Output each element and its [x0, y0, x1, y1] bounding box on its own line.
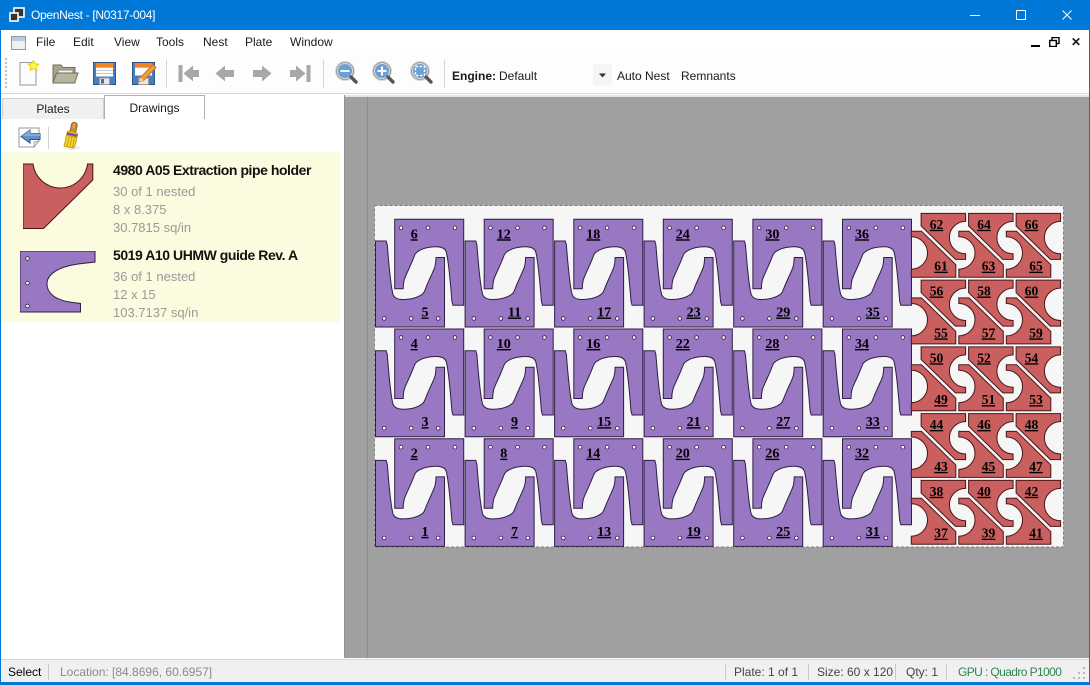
svg-text:15: 15	[597, 415, 611, 430]
svg-text:7: 7	[511, 525, 518, 540]
svg-text:25: 25	[776, 525, 790, 540]
svg-text:52: 52	[977, 350, 991, 365]
svg-text:40: 40	[977, 484, 991, 499]
svg-text:54: 54	[1025, 350, 1039, 365]
svg-text:3: 3	[422, 415, 429, 430]
svg-text:34: 34	[855, 337, 869, 352]
svg-text:56: 56	[930, 284, 944, 299]
svg-text:19: 19	[687, 525, 701, 540]
svg-text:35: 35	[866, 306, 880, 321]
svg-text:48: 48	[1025, 417, 1039, 432]
svg-text:6: 6	[411, 227, 418, 242]
svg-text:50: 50	[930, 350, 944, 365]
svg-text:17: 17	[597, 306, 611, 321]
svg-text:1: 1	[422, 525, 429, 540]
svg-text:16: 16	[586, 337, 600, 352]
svg-text:29: 29	[776, 306, 790, 321]
svg-text:63: 63	[982, 259, 996, 274]
svg-text:26: 26	[765, 447, 779, 462]
svg-text:4: 4	[411, 337, 418, 352]
svg-text:49: 49	[934, 392, 948, 407]
svg-text:38: 38	[930, 484, 944, 499]
svg-text:61: 61	[934, 259, 948, 274]
svg-text:42: 42	[1025, 484, 1039, 499]
svg-text:45: 45	[982, 459, 996, 474]
svg-text:9: 9	[511, 415, 518, 430]
svg-text:24: 24	[676, 227, 690, 242]
svg-text:39: 39	[982, 526, 996, 541]
svg-text:51: 51	[982, 392, 996, 407]
svg-text:22: 22	[676, 337, 690, 352]
svg-text:23: 23	[687, 306, 701, 321]
svg-text:21: 21	[687, 415, 701, 430]
svg-text:65: 65	[1029, 259, 1043, 274]
svg-text:57: 57	[982, 325, 996, 340]
svg-text:10: 10	[497, 337, 511, 352]
svg-text:13: 13	[597, 525, 611, 540]
svg-text:31: 31	[866, 525, 880, 540]
svg-text:28: 28	[765, 337, 779, 352]
svg-text:12: 12	[497, 227, 511, 242]
svg-text:41: 41	[1029, 526, 1043, 541]
svg-text:14: 14	[586, 447, 600, 462]
svg-text:53: 53	[1029, 392, 1043, 407]
svg-text:11: 11	[508, 306, 521, 321]
svg-text:18: 18	[586, 227, 600, 242]
svg-text:46: 46	[977, 417, 991, 432]
svg-text:43: 43	[934, 459, 948, 474]
svg-text:59: 59	[1029, 325, 1043, 340]
svg-text:60: 60	[1025, 284, 1039, 299]
svg-text:30: 30	[765, 227, 779, 242]
svg-text:66: 66	[1025, 217, 1039, 232]
svg-text:33: 33	[866, 415, 880, 430]
svg-text:62: 62	[930, 217, 944, 232]
svg-text:55: 55	[934, 325, 948, 340]
svg-text:37: 37	[934, 526, 948, 541]
svg-text:44: 44	[930, 417, 944, 432]
svg-text:2: 2	[411, 447, 418, 462]
svg-text:27: 27	[776, 415, 790, 430]
svg-text:64: 64	[977, 217, 991, 232]
svg-text:36: 36	[855, 227, 869, 242]
svg-text:20: 20	[676, 447, 690, 462]
svg-text:47: 47	[1029, 459, 1043, 474]
svg-text:58: 58	[977, 284, 991, 299]
svg-text:8: 8	[500, 447, 507, 462]
svg-text:5: 5	[422, 306, 429, 321]
svg-text:32: 32	[855, 447, 869, 462]
